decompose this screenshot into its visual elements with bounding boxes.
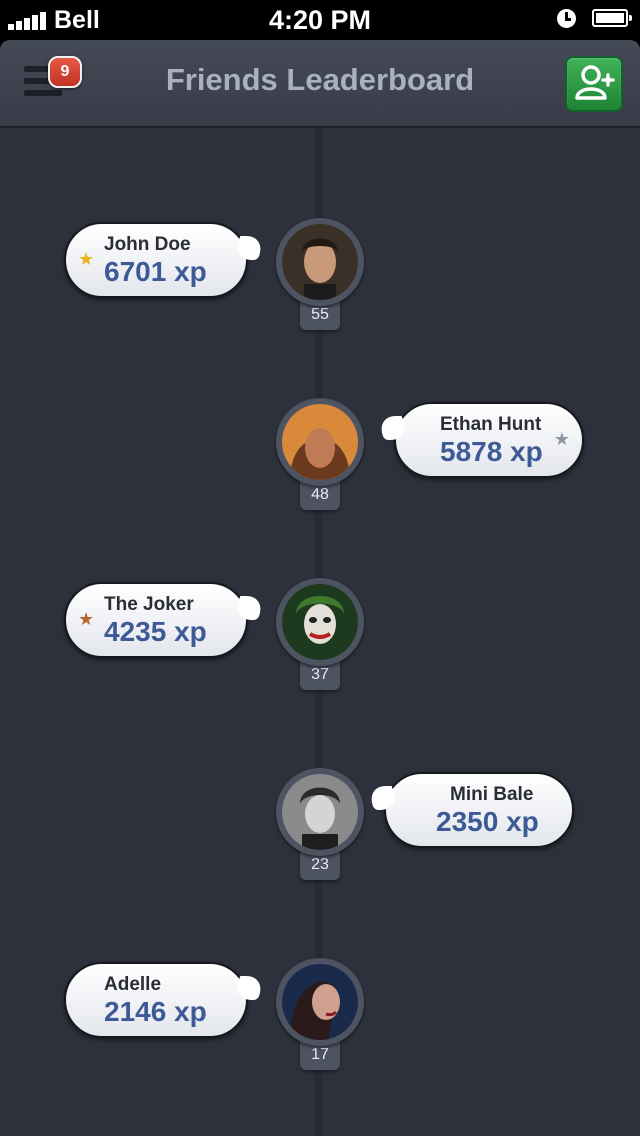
battery-icon — [592, 9, 632, 27]
speech-bubble: ★ The Joker 4235 xp — [64, 582, 267, 658]
avatar-photo — [282, 774, 358, 850]
leaderboard-entry[interactable]: ★ The Joker 4235 xp 37 — [0, 578, 640, 708]
alarm-clock-icon — [557, 9, 576, 28]
silver-star-icon: ★ — [553, 429, 570, 449]
friend-name: Adelle — [104, 974, 162, 995]
avatar-photo — [282, 964, 358, 1040]
page-title: Friends Leaderboard — [165, 62, 475, 97]
leaderboard-entry[interactable]: ★ John Doe 6701 xp 55 — [0, 218, 640, 348]
friend-name: John Doe — [104, 234, 191, 255]
friend-xp: 4235 xp — [104, 616, 207, 647]
leaderboard-entry[interactable]: Mini Bale 2350 xp 23 — [0, 768, 640, 898]
speech-bubble: Mini Bale 2350 xp — [365, 772, 574, 848]
friend-name: Ethan Hunt — [440, 414, 542, 435]
leaderboard-entry[interactable]: Adelle 2146 xp 17 — [0, 958, 640, 1088]
leaderboard: ★ John Doe 6701 xp 55 ★ Ethan Hunt 5878 … — [0, 128, 640, 1136]
app-window: 9 Friends Leaderboard ★ John Doe 6701 xp… — [0, 40, 640, 1136]
status-time: 4:20 PM — [268, 5, 372, 35]
friend-xp: 2146 xp — [104, 996, 207, 1027]
avatar-photo — [282, 404, 358, 480]
avatar[interactable] — [276, 958, 364, 1046]
bronze-star-icon: ★ — [78, 609, 95, 629]
add-friend-button[interactable] — [565, 56, 623, 112]
avatar[interactable] — [276, 398, 364, 486]
friend-xp: 5878 xp — [440, 436, 543, 467]
navigation-bar: 9 Friends Leaderboard — [0, 40, 640, 128]
speech-bubble: ★ Ethan Hunt 5878 xp — [375, 402, 584, 478]
friend-name: Mini Bale — [450, 784, 534, 805]
avatar[interactable] — [276, 768, 364, 856]
friend-xp: 6701 xp — [104, 256, 207, 287]
avatar-photo — [282, 584, 358, 660]
friend-name: The Joker — [104, 594, 194, 615]
speech-bubble: Adelle 2146 xp — [64, 962, 267, 1038]
avatar-photo — [282, 224, 358, 300]
leaderboard-entry[interactable]: ★ Ethan Hunt 5878 xp 48 — [0, 398, 640, 528]
friend-xp: 2350 xp — [436, 806, 539, 837]
speech-bubble: ★ John Doe 6701 xp — [64, 222, 267, 298]
add-user-icon — [575, 65, 615, 100]
status-bar: Bell 4:20 PM — [0, 0, 640, 40]
avatar[interactable] — [276, 218, 364, 306]
avatar[interactable] — [276, 578, 364, 666]
gold-star-icon: ★ — [78, 249, 95, 269]
